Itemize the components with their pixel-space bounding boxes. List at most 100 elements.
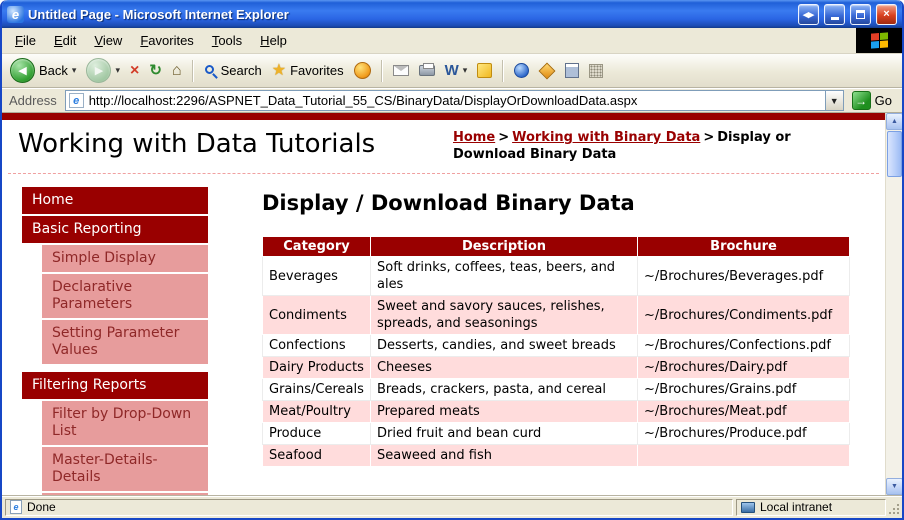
forward-dropdown-icon[interactable]: ▾ [115,65,120,76]
menu-favorites[interactable]: Favorites [131,28,202,53]
sidebar-item-basic-reporting[interactable]: Basic Reporting [22,216,208,243]
sidebar-item-setting-parameter-values[interactable]: Setting Parameter Values [42,320,208,364]
cell-category: Meat/Poultry [263,401,371,423]
addon-button[interactable] [535,62,559,80]
toolbar-separator [192,60,194,82]
search-button[interactable]: Search [200,61,266,80]
cell-category: Seafood [263,445,371,467]
menu-tools[interactable]: Tools [203,28,251,53]
globe-icon [514,63,529,78]
back-dropdown-icon[interactable]: ▾ [72,65,77,76]
table-row: Produce Dried fruit and bean curd ~/Broc… [263,423,850,445]
edit-dropdown-icon[interactable]: ▾ [463,65,468,76]
search-icon [205,65,214,74]
refresh-button[interactable]: ↻ [145,61,166,81]
sidebar-item-declarative-parameters[interactable]: Declarative Parameters [42,274,208,318]
stop-icon: × [130,63,139,79]
toolbar: ◀ Back ▾ ▶ ▾ × ↻ ⌂ Search ★ Favorites [2,54,902,88]
minimize-icon [831,17,839,20]
sidebar-item-master-details-details[interactable]: Master-Details-Details [42,447,208,491]
scrollbar-thumb[interactable] [887,131,902,177]
favorites-star-icon: ★ [272,63,286,79]
web-page: Working with Data Tutorials Home>Working… [2,113,885,495]
cell-category: Beverages [263,257,371,296]
stop-button[interactable]: × [126,61,143,81]
site-body: Home Basic Reporting Simple Display Decl… [2,174,885,495]
cell-brochure: ~/Brochures/Beverages.pdf [638,257,850,296]
column-header-description: Description [370,237,637,257]
grid-tool-button[interactable] [585,62,607,80]
scroll-down-button[interactable]: ▼ [886,478,903,495]
cell-description: Seaweed and fish [370,445,637,467]
sidebar-item-home[interactable]: Home [22,187,208,214]
cell-brochure: ~/Brochures/Confections.pdf [638,335,850,357]
forward-button[interactable]: ▶ ▾ [82,56,124,85]
menu-file[interactable]: File [6,28,45,53]
address-dropdown-button[interactable]: ▼ [825,91,843,110]
cell-brochure: ~/Brochures/Dairy.pdf [638,357,850,379]
mail-button[interactable] [389,63,413,78]
breadcrumb-separator: > [498,130,509,145]
menu-bar: File Edit View Favorites Tools Help [2,28,902,54]
site-header: Working with Data Tutorials Home>Working… [8,120,879,174]
go-button[interactable]: → Go [848,91,899,110]
cell-category: Condiments [263,296,371,335]
address-url[interactable]: http://localhost:2296/ASPNET_Data_Tutori… [89,93,825,108]
title-bar[interactable]: e Untitled Page - Microsoft Internet Exp… [2,0,902,28]
vertical-scrollbar[interactable]: ▲ ▼ [885,113,902,495]
messenger-button[interactable] [473,61,496,80]
table-row: Confections Desserts, candies, and sweet… [263,335,850,357]
breadcrumb-section-link[interactable]: Working with Binary Data [512,130,700,145]
address-input[interactable]: e http://localhost:2296/ASPNET_Data_Tuto… [65,90,844,111]
back-icon: ◀ [10,58,35,83]
cell-category: Produce [263,423,371,445]
research-button[interactable] [510,61,533,80]
edit-with-word-button[interactable]: W ▾ [441,61,472,80]
home-button[interactable]: ⌂ [168,61,186,81]
table-row: Seafood Seaweed and fish [263,445,850,467]
home-icon: ⌂ [172,63,182,79]
page-favicon: e [69,93,84,108]
menu-view[interactable]: View [85,28,131,53]
table-row: Condiments Sweet and savory sauces, reli… [263,296,850,335]
column-header-category: Category [263,237,371,257]
toolbar-separator [381,60,383,82]
cell-category: Confections [263,335,371,357]
page-title: Display / Download Binary Data [262,191,885,215]
maximize-button[interactable] [850,4,871,25]
cell-brochure [638,445,850,467]
scroll-up-button[interactable]: ▲ [886,113,903,130]
cell-description: Soft drinks, coffees, teas, beers, and a… [370,257,637,296]
table-header-row: Category Description Brochure [263,237,850,257]
close-button[interactable]: × [876,4,897,25]
restore-arrows-button[interactable]: ◂▸ [798,4,819,25]
calculator-button[interactable] [561,61,583,80]
grid-icon [589,64,603,78]
cell-description: Breads, crackers, pasta, and cereal [370,379,637,401]
categories-table: Category Description Brochure Beverages … [262,236,850,467]
sidebar-item-filtering-reports[interactable]: Filtering Reports [22,372,208,399]
cell-category: Grains/Cereals [263,379,371,401]
document-icon: e [10,500,22,514]
refresh-icon: ↻ [149,63,162,79]
resize-grip[interactable] [887,503,901,517]
address-label: Address [5,93,61,108]
media-button[interactable] [350,60,375,81]
browser-viewport: Working with Data Tutorials Home>Working… [2,113,902,495]
table-row: Beverages Soft drinks, coffees, teas, be… [263,257,850,296]
menu-help[interactable]: Help [251,28,296,53]
favorites-button[interactable]: ★ Favorites [268,61,348,81]
favorites-label: Favorites [290,63,343,78]
word-icon: W [445,63,459,78]
cell-description: Cheeses [370,357,637,379]
sidebar-item-filter-by-drop-down-list[interactable]: Filter by Drop-Down List [42,401,208,445]
breadcrumb-home-link[interactable]: Home [453,130,495,145]
print-button[interactable] [415,63,439,78]
sidebar-item-simple-display[interactable]: Simple Display [42,245,208,272]
site-top-border [2,113,885,120]
window-title: Untitled Page - Microsoft Internet Explo… [28,7,793,22]
back-button[interactable]: ◀ Back ▾ [6,56,80,85]
minimize-button[interactable] [824,4,845,25]
toolbar-separator [502,60,504,82]
menu-edit[interactable]: Edit [45,28,85,53]
